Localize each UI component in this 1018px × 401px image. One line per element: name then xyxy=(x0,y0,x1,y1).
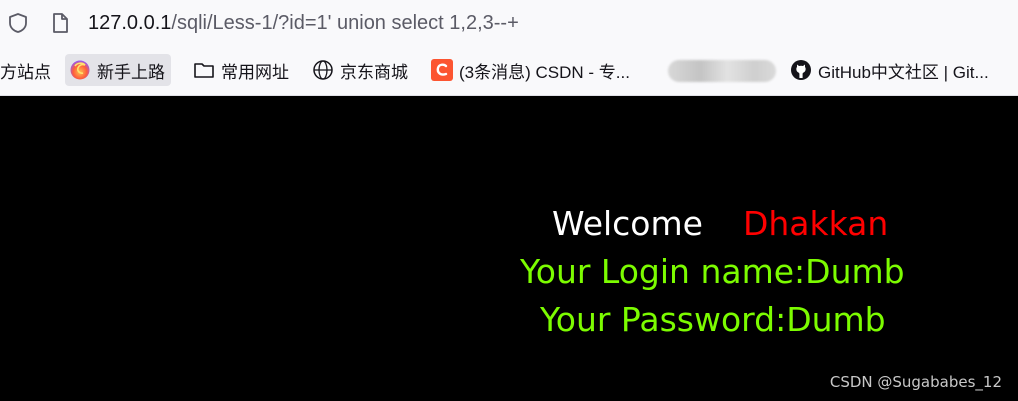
url-path: /sqli/Less-1/?id=1' union select 1,2,3--… xyxy=(171,12,519,34)
bookmark-item[interactable]: 方站点 xyxy=(0,54,51,86)
bookmark-item-jd[interactable]: 京东商城 xyxy=(312,54,408,86)
welcome-line: Welcome Dhakkan xyxy=(552,203,888,245)
password-text: Your Password:Dumb xyxy=(540,300,886,339)
url-host: 127.0.0.1 xyxy=(88,12,172,34)
page-icon[interactable] xyxy=(50,12,70,34)
bookmark-item-github[interactable]: GitHub中文社区 | Git... xyxy=(790,54,989,86)
blurred-bookmark[interactable] xyxy=(668,60,776,82)
bookmark-label: 方站点 xyxy=(0,62,51,82)
bookmarks-toolbar: 方站点 新手上路 常用网址 京东商城 (3条消息) CSDN - 专... Gi… xyxy=(0,46,1018,96)
welcome-name: Dhakkan xyxy=(742,204,889,243)
page-content: Welcome Dhakkan Your Login name:Dumb Your… xyxy=(0,96,1018,401)
url-field[interactable]: 127.0.0.1/sqli/Less-1/?id=1' union selec… xyxy=(88,10,519,36)
bookmark-label: (3条消息) CSDN - 专... xyxy=(459,62,630,82)
bookmark-item-new-user[interactable]: 新手上路 xyxy=(65,54,171,86)
welcome-text: Welcome xyxy=(552,204,703,243)
login-name-text: Your Login name:Dumb xyxy=(520,252,905,291)
browser-viewport: 127.0.0.1/sqli/Less-1/?id=1' union selec… xyxy=(0,0,1018,401)
bookmark-item-csdn[interactable]: (3条消息) CSDN - 专... xyxy=(431,54,630,86)
bookmark-folder-common[interactable]: 常用网址 xyxy=(193,54,289,86)
bookmark-label: 京东商城 xyxy=(340,62,408,82)
bookmark-label: 常用网址 xyxy=(221,62,289,82)
watermark-text: CSDN @Sugababes_12 xyxy=(829,373,1002,391)
bookmark-label: 新手上路 xyxy=(97,62,165,82)
address-bar[interactable]: 127.0.0.1/sqli/Less-1/?id=1' union selec… xyxy=(0,0,1018,46)
bookmark-label: GitHub中文社区 | Git... xyxy=(818,62,989,82)
firefox-icon xyxy=(70,60,90,80)
github-icon xyxy=(791,60,811,80)
folder-icon xyxy=(194,63,214,78)
shield-icon[interactable] xyxy=(7,12,29,34)
csdn-icon xyxy=(431,59,453,81)
globe-icon xyxy=(313,60,333,80)
